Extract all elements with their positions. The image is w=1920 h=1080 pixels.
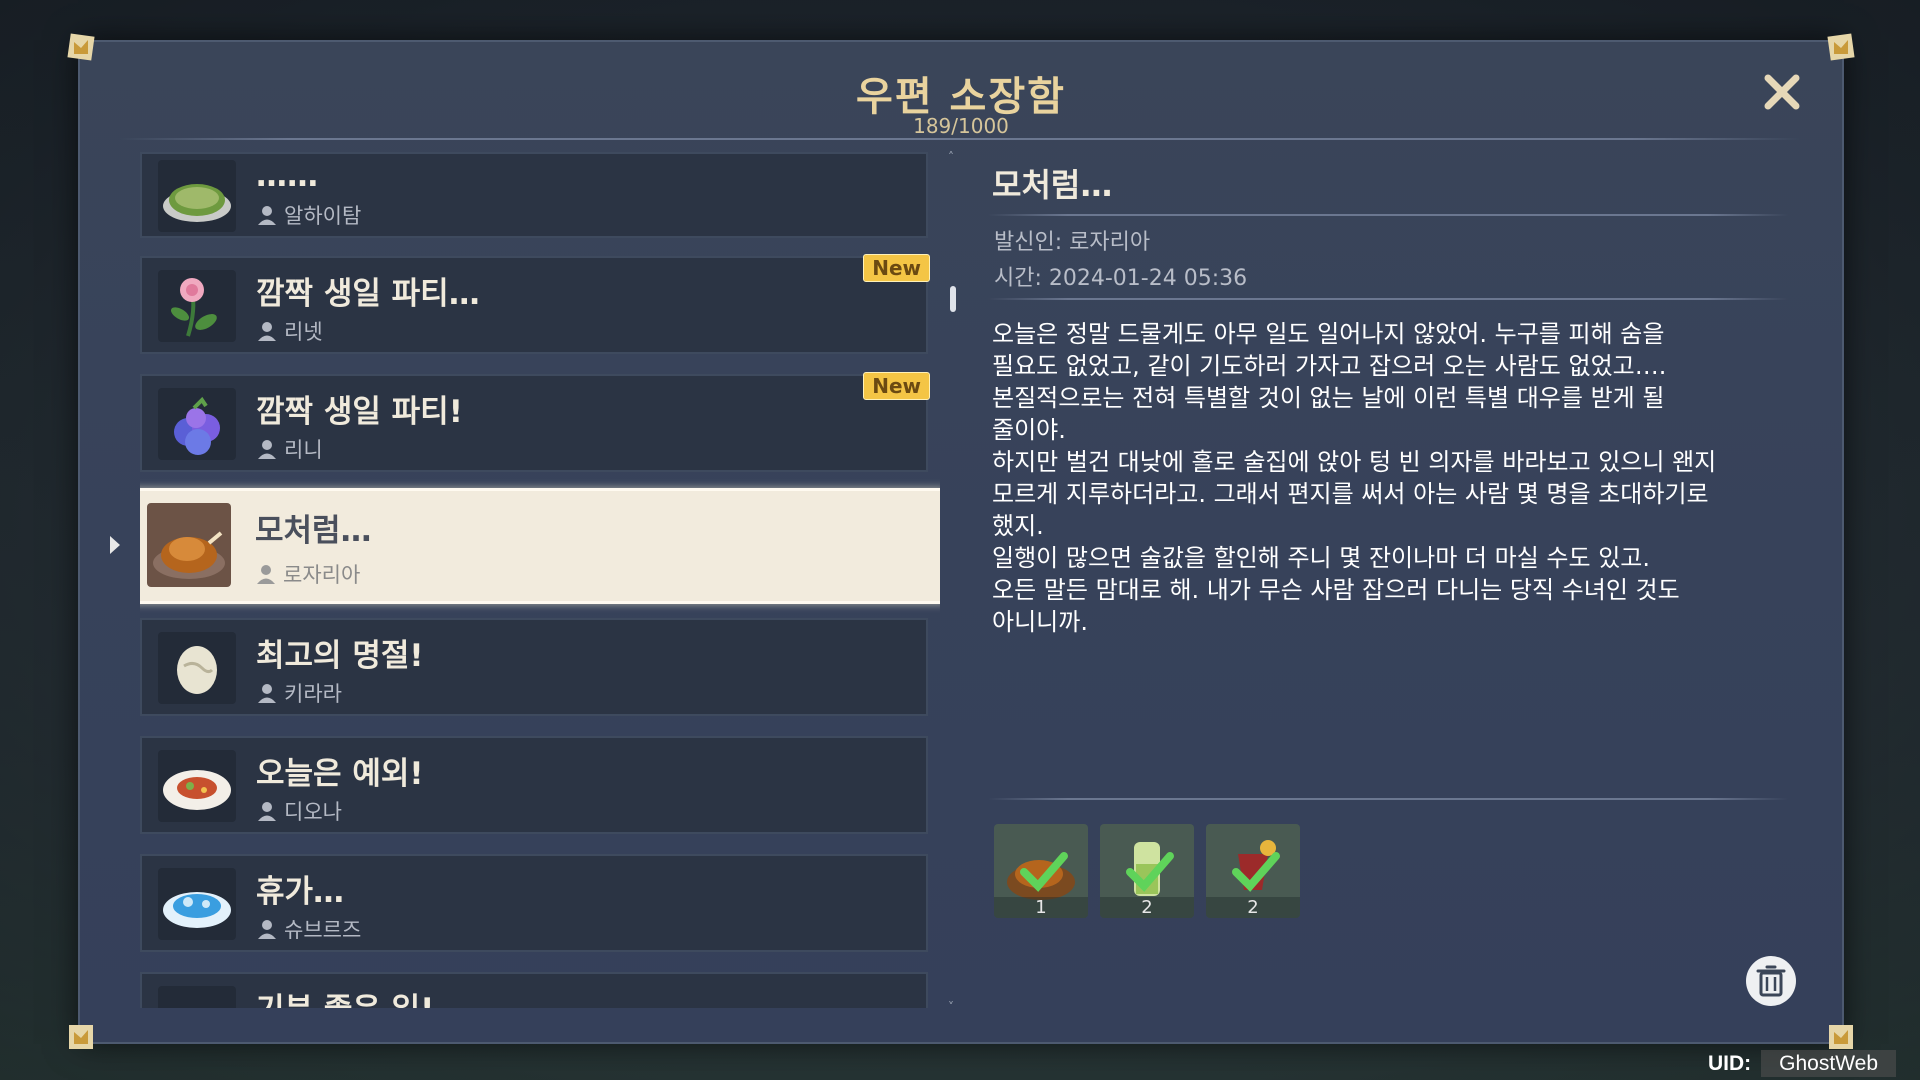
mail-item[interactable]: 깜짝 생일 파티! 리니 New [140,372,930,472]
mail-item[interactable]: 오늘은 예외! 디오나 [140,736,928,834]
uid-display: UID: GhostWeb [1708,1050,1896,1077]
mail-subject: 깜짝 생일 파티… [256,276,480,312]
mail-count: 189/1000 [913,114,1009,138]
new-badge: New [863,372,930,400]
attachment-quantity: 1 [994,897,1088,918]
scroll-down-icon[interactable]: ˅ [948,1000,954,1014]
attachment-quantity: 2 [1206,897,1300,918]
delete-button[interactable] [1746,956,1796,1006]
mail-subject: 기분 좋은 일! [256,984,434,1008]
new-badge: New [863,254,930,282]
mail-subject: 최고의 명절! [256,638,424,674]
mail-list[interactable]: …… 알하이탐 깜짝 생일 파티… 리넷 New 깜짝 생일 파티! 리니 Ne… [140,152,940,1008]
header-divider [120,138,1800,140]
roast-bird-icon [147,503,231,587]
detail-sender: 발신인: 로자리아 [994,230,1151,255]
mail-sender: 로자리아 [283,563,361,587]
mail-subject: 깜짝 생일 파티! [256,394,463,430]
mail-item[interactable]: …… 알하이탐 [140,152,928,238]
rose-flower-icon [158,270,236,342]
mail-subject: 모처럼… [255,513,372,549]
scrollbar-thumb[interactable] [950,286,956,312]
mail-body: 오늘은 정말 드물게도 아무 일도 일어나지 않았어. 누구를 피해 숨을 필요… [992,320,1717,636]
steak-plate-icon [158,750,236,822]
close-icon [1764,74,1800,110]
trash-icon [1756,965,1786,997]
salad-icon [158,986,236,1008]
attachment-item[interactable]: 2 [1206,824,1300,918]
detail-title-divider [988,214,1788,216]
person-icon [258,920,276,939]
mail-item[interactable]: 최고의 명절! 키라라 [140,618,928,716]
uid-label: UID: [1708,1052,1752,1075]
detail-time: 시간: 2024-01-24 05:36 [994,266,1248,291]
corner-ornament-icon [66,32,96,62]
egg-icon [158,632,236,704]
attachment-quantity: 2 [1100,897,1194,918]
attachment-item[interactable]: 2 [1100,824,1194,918]
purple-berries-icon [158,388,236,460]
uid-value: GhostWeb [1761,1050,1896,1077]
detail-meta-divider [988,298,1788,300]
corner-ornament-icon [1826,32,1856,62]
corner-ornament-icon [66,1022,96,1052]
selection-arrow-icon [110,536,120,554]
close-button[interactable] [1760,70,1804,114]
mail-subject: …… [256,158,318,194]
scroll-up-icon[interactable]: ˄ [948,150,954,164]
mail-sender: 슈브르즈 [284,918,362,942]
person-icon [258,802,276,821]
mail-item-selected[interactable]: 모처럼… 로자리아 [140,488,940,604]
mail-item[interactable]: 기분 좋은 일! [140,972,928,1008]
mail-sender: 디오나 [284,800,342,824]
mail-sender: 키라라 [284,682,342,706]
mail-sender: 리니 [284,438,323,462]
mail-sender: 알하이탐 [284,204,362,228]
person-icon [257,565,275,584]
person-icon [258,684,276,703]
mail-subject: 오늘은 예외! [256,756,424,792]
attachment-item[interactable]: 1 [994,824,1088,918]
blue-pudding-icon [158,868,236,940]
corner-ornament-icon [1826,1022,1856,1052]
spinach-omelette-icon [158,160,236,232]
person-icon [258,322,276,341]
person-icon [258,440,276,459]
mail-sender: 리넷 [284,320,323,344]
mail-item[interactable]: 휴가… 슈브르즈 [140,854,928,952]
person-icon [258,206,276,225]
mail-subject: 휴가… [256,874,345,910]
mail-item[interactable]: 깜짝 생일 파티… 리넷 New [140,254,930,354]
mailbox-dialog: 우편 소장함 189/1000 …… 알하이탐 깜짝 생일 파티… 리넷 New [67,33,1855,1049]
detail-title: 모처럼… [992,166,1113,204]
attachments-divider [988,798,1788,800]
